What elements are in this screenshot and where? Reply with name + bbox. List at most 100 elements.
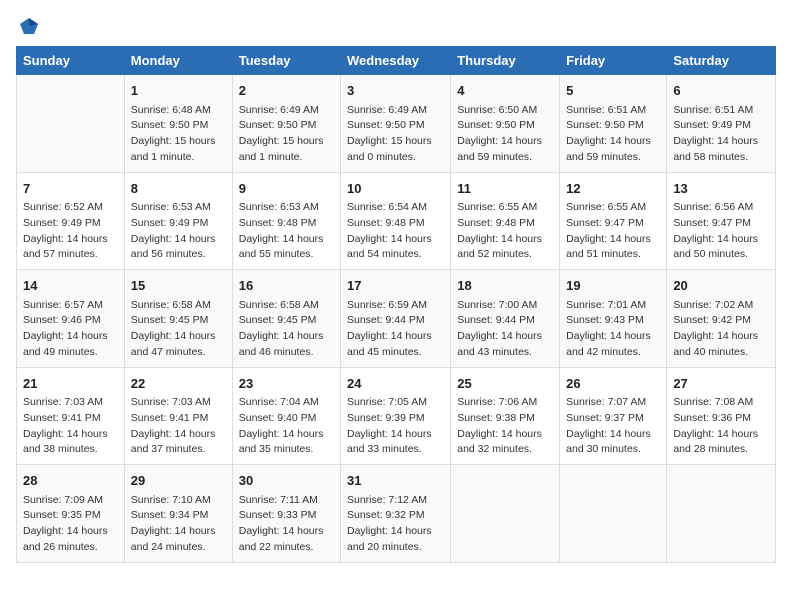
calendar-cell: 4Sunrise: 6:50 AMSunset: 9:50 PMDaylight… — [451, 75, 560, 173]
day-number: 15 — [131, 276, 226, 296]
logo — [16, 16, 40, 38]
day-number: 5 — [566, 81, 660, 101]
calendar-week-row: 7Sunrise: 6:52 AMSunset: 9:49 PMDaylight… — [17, 172, 776, 270]
calendar-cell: 28Sunrise: 7:09 AMSunset: 9:35 PMDayligh… — [17, 465, 125, 563]
day-info: Sunrise: 7:11 AMSunset: 9:33 PMDaylight:… — [239, 493, 334, 556]
calendar-week-row: 1Sunrise: 6:48 AMSunset: 9:50 PMDaylight… — [17, 75, 776, 173]
day-number: 28 — [23, 471, 118, 491]
calendar-week-row: 28Sunrise: 7:09 AMSunset: 9:35 PMDayligh… — [17, 465, 776, 563]
day-number: 18 — [457, 276, 553, 296]
day-info: Sunrise: 7:10 AMSunset: 9:34 PMDaylight:… — [131, 493, 226, 556]
col-saturday: Saturday — [667, 47, 776, 75]
calendar-cell: 22Sunrise: 7:03 AMSunset: 9:41 PMDayligh… — [124, 367, 232, 465]
day-number: 17 — [347, 276, 444, 296]
calendar-cell: 17Sunrise: 6:59 AMSunset: 9:44 PMDayligh… — [341, 270, 451, 368]
calendar-cell: 29Sunrise: 7:10 AMSunset: 9:34 PMDayligh… — [124, 465, 232, 563]
calendar-cell: 31Sunrise: 7:12 AMSunset: 9:32 PMDayligh… — [341, 465, 451, 563]
day-info: Sunrise: 7:05 AMSunset: 9:39 PMDaylight:… — [347, 395, 444, 458]
day-info: Sunrise: 6:58 AMSunset: 9:45 PMDaylight:… — [131, 298, 226, 361]
day-number: 1 — [131, 81, 226, 101]
calendar-cell: 27Sunrise: 7:08 AMSunset: 9:36 PMDayligh… — [667, 367, 776, 465]
day-number: 24 — [347, 374, 444, 394]
day-info: Sunrise: 7:08 AMSunset: 9:36 PMDaylight:… — [673, 395, 769, 458]
day-number: 13 — [673, 179, 769, 199]
day-info: Sunrise: 7:04 AMSunset: 9:40 PMDaylight:… — [239, 395, 334, 458]
day-number: 27 — [673, 374, 769, 394]
day-number: 8 — [131, 179, 226, 199]
day-number: 21 — [23, 374, 118, 394]
calendar-cell: 1Sunrise: 6:48 AMSunset: 9:50 PMDaylight… — [124, 75, 232, 173]
calendar-cell: 11Sunrise: 6:55 AMSunset: 9:48 PMDayligh… — [451, 172, 560, 270]
calendar-cell — [17, 75, 125, 173]
day-info: Sunrise: 6:51 AMSunset: 9:50 PMDaylight:… — [566, 103, 660, 166]
day-info: Sunrise: 6:57 AMSunset: 9:46 PMDaylight:… — [23, 298, 118, 361]
day-info: Sunrise: 6:59 AMSunset: 9:44 PMDaylight:… — [347, 298, 444, 361]
day-info: Sunrise: 6:49 AMSunset: 9:50 PMDaylight:… — [347, 103, 444, 166]
day-info: Sunrise: 7:00 AMSunset: 9:44 PMDaylight:… — [457, 298, 553, 361]
day-info: Sunrise: 7:09 AMSunset: 9:35 PMDaylight:… — [23, 493, 118, 556]
col-sunday: Sunday — [17, 47, 125, 75]
day-number: 7 — [23, 179, 118, 199]
calendar-cell: 24Sunrise: 7:05 AMSunset: 9:39 PMDayligh… — [341, 367, 451, 465]
day-number: 14 — [23, 276, 118, 296]
day-info: Sunrise: 6:48 AMSunset: 9:50 PMDaylight:… — [131, 103, 226, 166]
calendar-cell: 13Sunrise: 6:56 AMSunset: 9:47 PMDayligh… — [667, 172, 776, 270]
day-info: Sunrise: 7:06 AMSunset: 9:38 PMDaylight:… — [457, 395, 553, 458]
day-number: 9 — [239, 179, 334, 199]
day-info: Sunrise: 6:52 AMSunset: 9:49 PMDaylight:… — [23, 200, 118, 263]
day-info: Sunrise: 6:50 AMSunset: 9:50 PMDaylight:… — [457, 103, 553, 166]
calendar-cell: 20Sunrise: 7:02 AMSunset: 9:42 PMDayligh… — [667, 270, 776, 368]
day-number: 22 — [131, 374, 226, 394]
col-thursday: Thursday — [451, 47, 560, 75]
day-info: Sunrise: 6:54 AMSunset: 9:48 PMDaylight:… — [347, 200, 444, 263]
day-info: Sunrise: 6:51 AMSunset: 9:49 PMDaylight:… — [673, 103, 769, 166]
day-info: Sunrise: 7:02 AMSunset: 9:42 PMDaylight:… — [673, 298, 769, 361]
day-number: 23 — [239, 374, 334, 394]
calendar-cell — [451, 465, 560, 563]
day-number: 20 — [673, 276, 769, 296]
day-info: Sunrise: 7:07 AMSunset: 9:37 PMDaylight:… — [566, 395, 660, 458]
day-info: Sunrise: 7:03 AMSunset: 9:41 PMDaylight:… — [23, 395, 118, 458]
day-number: 29 — [131, 471, 226, 491]
calendar-cell: 30Sunrise: 7:11 AMSunset: 9:33 PMDayligh… — [232, 465, 340, 563]
calendar-cell: 12Sunrise: 6:55 AMSunset: 9:47 PMDayligh… — [560, 172, 667, 270]
day-number: 25 — [457, 374, 553, 394]
header-row: Sunday Monday Tuesday Wednesday Thursday… — [17, 47, 776, 75]
day-number: 3 — [347, 81, 444, 101]
day-number: 26 — [566, 374, 660, 394]
calendar-cell: 5Sunrise: 6:51 AMSunset: 9:50 PMDaylight… — [560, 75, 667, 173]
calendar-week-row: 14Sunrise: 6:57 AMSunset: 9:46 PMDayligh… — [17, 270, 776, 368]
day-info: Sunrise: 7:01 AMSunset: 9:43 PMDaylight:… — [566, 298, 660, 361]
calendar-cell: 8Sunrise: 6:53 AMSunset: 9:49 PMDaylight… — [124, 172, 232, 270]
day-number: 6 — [673, 81, 769, 101]
day-number: 10 — [347, 179, 444, 199]
calendar-cell: 23Sunrise: 7:04 AMSunset: 9:40 PMDayligh… — [232, 367, 340, 465]
day-number: 4 — [457, 81, 553, 101]
calendar-cell: 19Sunrise: 7:01 AMSunset: 9:43 PMDayligh… — [560, 270, 667, 368]
page-header — [16, 16, 776, 38]
calendar-cell: 6Sunrise: 6:51 AMSunset: 9:49 PMDaylight… — [667, 75, 776, 173]
calendar-table: Sunday Monday Tuesday Wednesday Thursday… — [16, 46, 776, 563]
calendar-cell — [667, 465, 776, 563]
day-info: Sunrise: 6:55 AMSunset: 9:48 PMDaylight:… — [457, 200, 553, 263]
calendar-cell: 16Sunrise: 6:58 AMSunset: 9:45 PMDayligh… — [232, 270, 340, 368]
day-info: Sunrise: 6:56 AMSunset: 9:47 PMDaylight:… — [673, 200, 769, 263]
calendar-week-row: 21Sunrise: 7:03 AMSunset: 9:41 PMDayligh… — [17, 367, 776, 465]
day-info: Sunrise: 6:55 AMSunset: 9:47 PMDaylight:… — [566, 200, 660, 263]
logo-flag-icon — [18, 16, 40, 38]
calendar-cell: 15Sunrise: 6:58 AMSunset: 9:45 PMDayligh… — [124, 270, 232, 368]
day-info: Sunrise: 7:03 AMSunset: 9:41 PMDaylight:… — [131, 395, 226, 458]
calendar-cell: 26Sunrise: 7:07 AMSunset: 9:37 PMDayligh… — [560, 367, 667, 465]
day-info: Sunrise: 6:53 AMSunset: 9:49 PMDaylight:… — [131, 200, 226, 263]
calendar-cell — [560, 465, 667, 563]
day-number: 31 — [347, 471, 444, 491]
calendar-cell: 10Sunrise: 6:54 AMSunset: 9:48 PMDayligh… — [341, 172, 451, 270]
day-info: Sunrise: 6:58 AMSunset: 9:45 PMDaylight:… — [239, 298, 334, 361]
col-tuesday: Tuesday — [232, 47, 340, 75]
day-number: 16 — [239, 276, 334, 296]
day-number: 12 — [566, 179, 660, 199]
calendar-cell: 9Sunrise: 6:53 AMSunset: 9:48 PMDaylight… — [232, 172, 340, 270]
calendar-cell: 18Sunrise: 7:00 AMSunset: 9:44 PMDayligh… — [451, 270, 560, 368]
col-wednesday: Wednesday — [341, 47, 451, 75]
day-info: Sunrise: 6:53 AMSunset: 9:48 PMDaylight:… — [239, 200, 334, 263]
